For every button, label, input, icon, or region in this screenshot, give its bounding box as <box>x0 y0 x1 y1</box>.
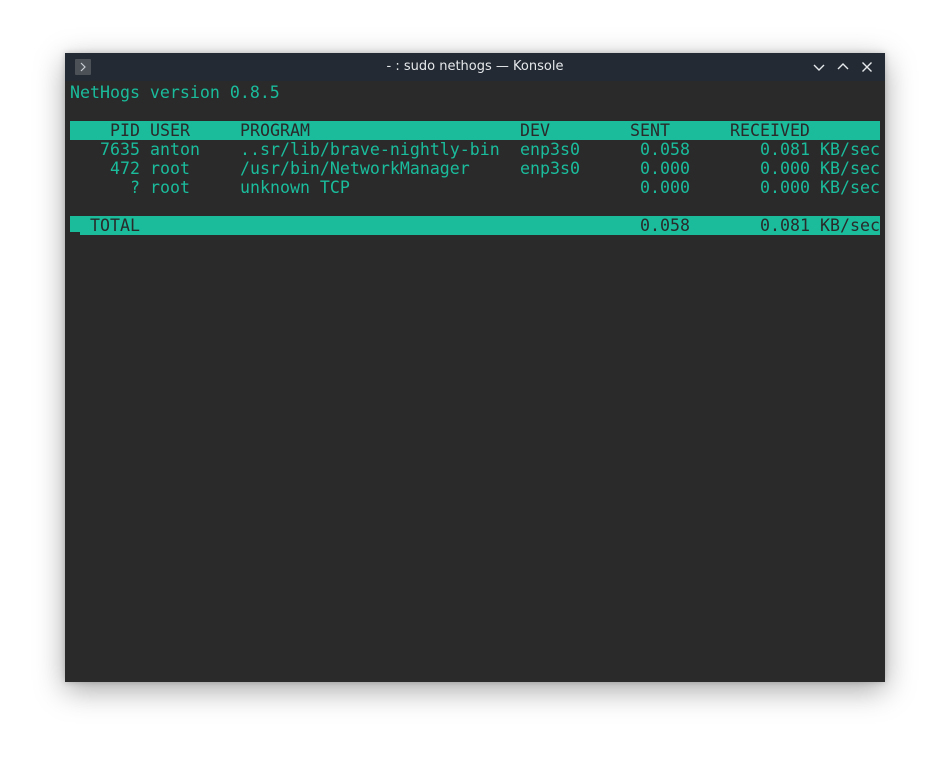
window-title: - : sudo nethogs — Konsole <box>386 59 564 74</box>
row-sent: 0.000 <box>640 178 690 197</box>
header-user: USER <box>150 121 190 140</box>
konsole-window: - : sudo nethogs — Konsole NetHogs versi… <box>65 53 885 682</box>
total-unit: KB/sec <box>820 216 880 235</box>
table-row: 472 root /usr/bin/NetworkManager enp3s0 … <box>70 159 880 178</box>
total-sent: 0.058 <box>640 216 690 235</box>
row-unit: KB/sec <box>820 178 880 197</box>
row-pid: 7635 <box>100 140 140 159</box>
row-program: ..sr/lib/brave-nightly-bin <box>240 140 500 159</box>
table-row: 7635 anton ..sr/lib/brave-nightly-bin en… <box>70 140 880 159</box>
header-program: PROGRAM <box>240 121 310 140</box>
maximize-button[interactable] <box>835 59 851 75</box>
row-received: 0.000 <box>760 178 810 197</box>
row-dev: enp3s0 <box>520 140 580 159</box>
row-unit: KB/sec <box>820 140 880 159</box>
row-pid: 472 <box>110 159 140 178</box>
total-received: 0.081 <box>760 216 810 235</box>
row-sent: 0.000 <box>640 159 690 178</box>
total-label: TOTAL <box>90 216 140 235</box>
chevron-up-icon <box>837 63 849 70</box>
minimize-button[interactable] <box>811 59 827 75</box>
row-dev: enp3s0 <box>520 159 580 178</box>
version-line: NetHogs version 0.8.5 <box>70 83 880 102</box>
terminal-output[interactable]: NetHogs version 0.8.5 PID USER PROGRAM D… <box>65 81 885 682</box>
row-program: /usr/bin/NetworkManager <box>240 159 470 178</box>
row-user: anton <box>150 140 200 159</box>
header-row: PID USER PROGRAM DEV SENT RECEIVED <box>70 121 880 140</box>
row-pid: ? <box>130 178 140 197</box>
text-cursor <box>70 232 80 235</box>
header-pid: PID <box>110 121 140 140</box>
header-sent: SENT <box>630 121 670 140</box>
row-received: 0.000 <box>760 159 810 178</box>
total-row: TOTAL 0.058 0.081 KB/sec <box>70 216 880 235</box>
header-received: RECEIVED <box>730 121 810 140</box>
chevron-down-icon <box>813 64 825 71</box>
row-program: unknown TCP <box>240 178 350 197</box>
row-unit: KB/sec <box>820 159 880 178</box>
row-sent: 0.058 <box>640 140 690 159</box>
row-received: 0.081 <box>760 140 810 159</box>
table-row: ? root unknown TCP 0.000 0.000 KB/sec <box>70 178 880 197</box>
header-dev: DEV <box>520 121 550 140</box>
close-button[interactable] <box>859 59 875 75</box>
row-user: root <box>150 178 190 197</box>
titlebar[interactable]: - : sudo nethogs — Konsole <box>65 53 885 81</box>
row-user: root <box>150 159 190 178</box>
version-text: NetHogs version 0.8.5 <box>70 83 280 102</box>
close-icon <box>862 62 872 72</box>
